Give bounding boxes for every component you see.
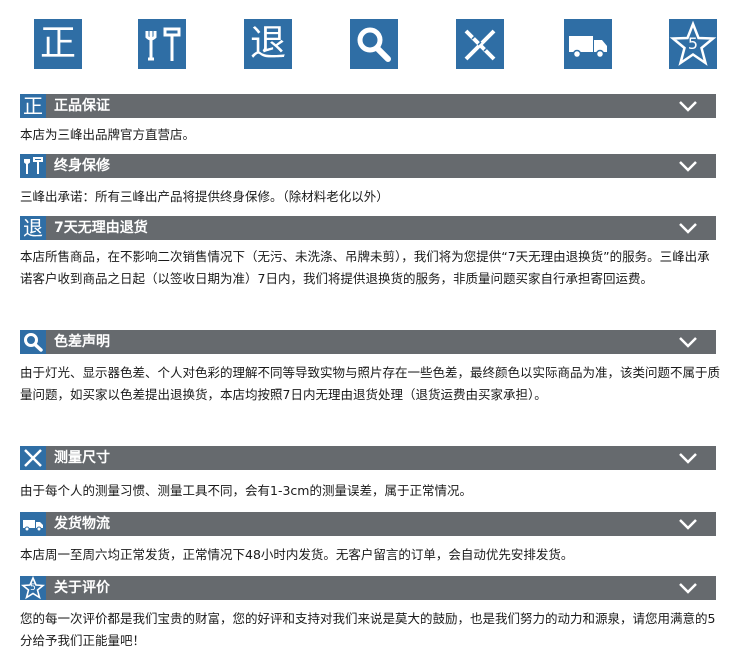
truck-icon bbox=[20, 512, 46, 536]
tui-char-icon: 退 bbox=[20, 216, 46, 240]
section-title: 关于评价 bbox=[54, 580, 110, 596]
section-body: 本店周一至周六均正常发货，正常情况下48小时内发货。无客户留言的订单，会自动优先… bbox=[20, 547, 574, 562]
tui-glyph: 退 bbox=[249, 23, 286, 64]
section-body: 本店为三峰出品牌官方直营店。 bbox=[20, 127, 196, 142]
section-header[interactable]: 终身保修 bbox=[20, 154, 716, 178]
chevron-down-icon[interactable] bbox=[678, 517, 698, 531]
tui-char-icon: 退 bbox=[244, 19, 292, 69]
truck-icon bbox=[564, 19, 612, 69]
section-header[interactable]: 色差声明 bbox=[20, 330, 716, 354]
zheng-char-icon: 正 bbox=[34, 19, 82, 69]
section-header[interactable]: 5 关于评价 bbox=[20, 576, 716, 600]
section-body: 三峰出承诺：所有三峰出产品将提供终身保修。（除材料老化以外） bbox=[20, 189, 389, 204]
magnifier-icon bbox=[350, 19, 398, 69]
chevron-down-icon[interactable] bbox=[678, 221, 698, 235]
star-number: 5 bbox=[687, 34, 699, 53]
section-body: 您的每一次评价都是我们宝贵的财富，您的好评和支持对我们来说是莫大的鼓励，也是我们… bbox=[20, 611, 716, 648]
section-body: 由于灯光、显示器色差、个人对色彩的理解不同等导致实物与照片存在一些色差，最终颜色… bbox=[20, 365, 721, 402]
section-title: 发货物流 bbox=[54, 516, 110, 532]
ruler-pencil-icon bbox=[456, 19, 504, 69]
section-title: 7天无理由退货 bbox=[54, 220, 148, 236]
tools-icon bbox=[20, 154, 46, 178]
section-title: 测量尺寸 bbox=[54, 450, 110, 466]
section-header[interactable]: 正 正品保证 bbox=[20, 94, 716, 118]
chevron-down-icon[interactable] bbox=[678, 451, 698, 465]
chevron-down-icon[interactable] bbox=[678, 335, 698, 349]
top-icon-row: 正 退 5 bbox=[0, 0, 750, 92]
section-body: 由于每个人的测量习惯、测量工具不同，会有1-3cm的测量误差，属于正常情况。 bbox=[20, 483, 472, 498]
section-header[interactable]: 测量尺寸 bbox=[20, 446, 716, 470]
zheng-glyph: 正 bbox=[39, 23, 76, 64]
tools-icon bbox=[138, 19, 186, 69]
chevron-down-icon[interactable] bbox=[678, 99, 698, 113]
zheng-char-icon: 正 bbox=[20, 94, 46, 118]
section-title: 终身保修 bbox=[54, 158, 110, 174]
section-header[interactable]: 发货物流 bbox=[20, 512, 716, 536]
section-body: 本店所售商品，在不影响二次销售情况下（无污、未洗涤、吊牌未剪），我们将为您提供“… bbox=[20, 249, 710, 286]
star-5-icon: 5 bbox=[669, 19, 717, 69]
star-5-icon: 5 bbox=[20, 576, 46, 600]
ruler-pencil-icon bbox=[20, 446, 46, 470]
section-title: 色差声明 bbox=[54, 334, 110, 350]
chevron-down-icon[interactable] bbox=[678, 159, 698, 173]
magnifier-icon bbox=[20, 330, 46, 354]
section-header[interactable]: 退 7天无理由退货 bbox=[20, 216, 716, 240]
chevron-down-icon[interactable] bbox=[678, 581, 698, 595]
section-title: 正品保证 bbox=[54, 98, 110, 114]
